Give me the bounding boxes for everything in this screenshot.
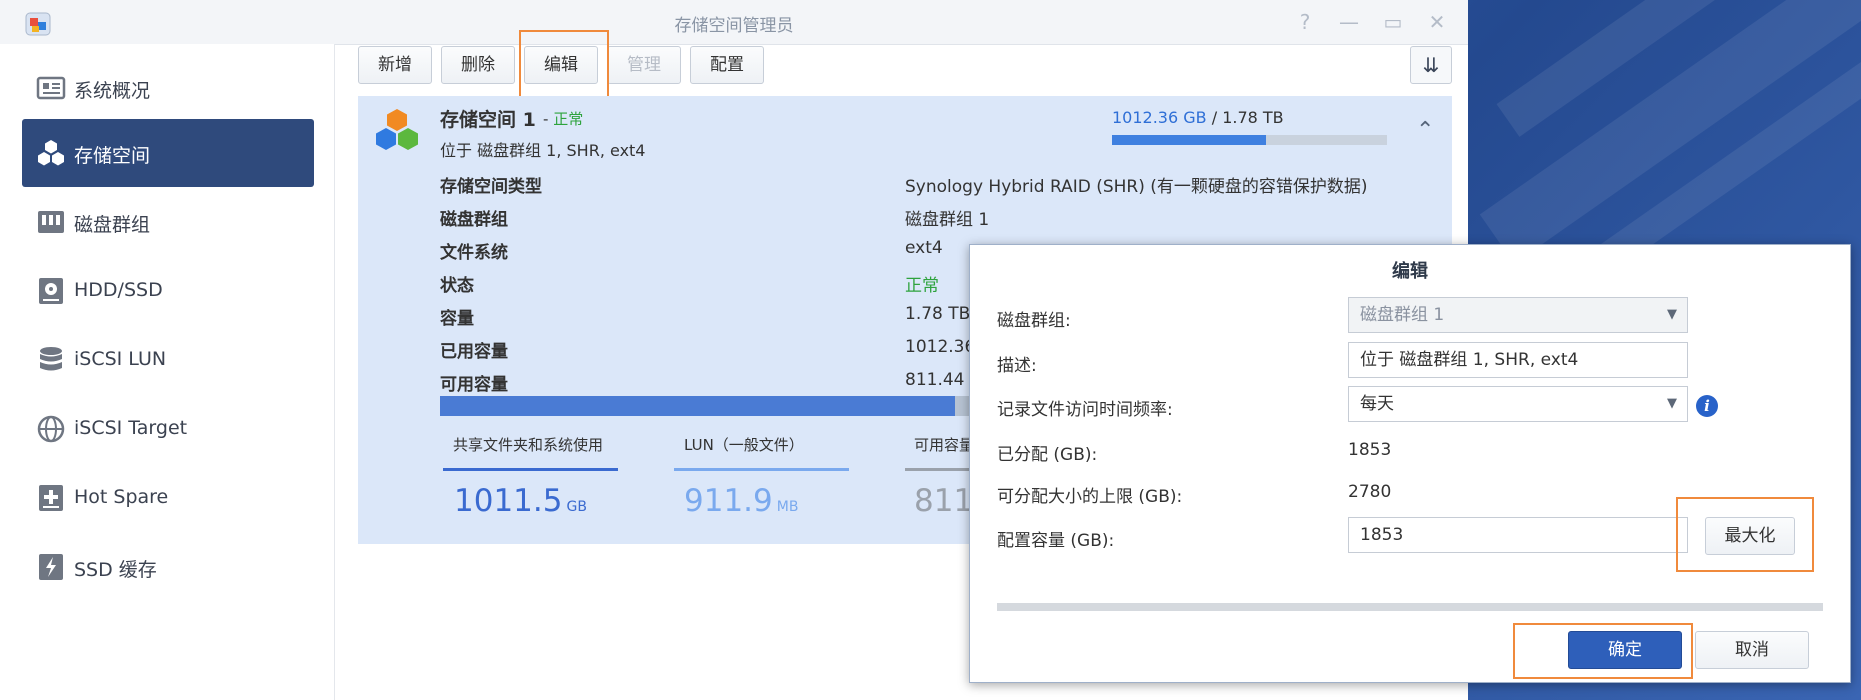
- volume-subtitle: 位于 磁盘群组 1, SHR, ext4: [440, 141, 646, 160]
- chevron-down-icon: ▼: [1667, 396, 1677, 411]
- cancel-button[interactable]: 取消: [1695, 631, 1809, 669]
- globe-icon: [37, 415, 65, 443]
- ok-button[interactable]: 确定: [1568, 631, 1682, 669]
- volume-capacity-fill: [1112, 135, 1266, 145]
- edit-dialog: 编辑 磁盘群组: 磁盘群组 1 ▼ 描述: 位于 磁盘群组 1, SHR, ext…: [969, 244, 1851, 683]
- volume-cubes-icon: [376, 109, 418, 150]
- detail-value: 磁盘群组 1: [905, 210, 990, 230]
- usage-underline: [674, 468, 849, 471]
- detail-key: 已用容量: [440, 342, 508, 362]
- usage-label: 可用容量: [914, 436, 975, 454]
- sidebar-item-overview[interactable]: 系统概况: [22, 54, 314, 122]
- configure-button[interactable]: 配置: [690, 46, 764, 84]
- detail-key: 文件系统: [440, 243, 508, 263]
- dialog-separator: [997, 603, 1823, 611]
- volume-capacity-bar: [1112, 135, 1387, 145]
- description-label: 描述:: [997, 356, 1037, 376]
- volume-title: 存储空间 1: [440, 109, 536, 131]
- chevron-down-icon: ▼: [1667, 307, 1677, 322]
- detail-value: 811.44: [905, 370, 965, 390]
- volume-status: - 正常: [543, 110, 584, 128]
- maximize-icon[interactable]: ▭: [1380, 9, 1406, 35]
- sidebar-item-label: iSCSI Target: [74, 417, 188, 439]
- detail-key: 存储空间类型: [440, 177, 542, 197]
- detail-key: 磁盘群组: [440, 210, 508, 230]
- sidebar-item-hot-spare[interactable]: Hot Spare: [22, 464, 314, 532]
- config-capacity-label: 配置容量 (GB):: [997, 531, 1115, 551]
- usage-label: LUN（一般文件）: [684, 436, 804, 454]
- disk-group-select: 磁盘群组 1 ▼: [1348, 297, 1688, 333]
- disk-group-label: 磁盘群组:: [997, 311, 1071, 331]
- info-icon[interactable]: i: [1696, 395, 1718, 417]
- atime-label: 记录文件访问时间频率:: [997, 400, 1173, 420]
- sort-icon[interactable]: ⇊: [1410, 46, 1452, 84]
- usage-label: 共享文件夹和系统使用: [453, 436, 604, 454]
- sidebar-item-label: 存储空间: [74, 145, 151, 167]
- edit-button[interactable]: 编辑: [524, 46, 598, 84]
- allocated-label: 已分配 (GB):: [997, 445, 1098, 465]
- sidebar-item-label: iSCSI LUN: [74, 348, 167, 370]
- window-titlebar[interactable]: 存储空间管理员 ? — ▭ ✕: [0, 0, 1468, 45]
- minimize-icon[interactable]: —: [1336, 9, 1362, 35]
- sidebar: 系统概况 存储空间 磁盘群组 HDD/SSD iSCSI LUN iSCSI T…: [0, 44, 335, 700]
- detail-value: 正常: [905, 276, 939, 296]
- sidebar-item-storage[interactable]: 存储空间: [22, 119, 314, 187]
- usage-underline: [443, 468, 618, 471]
- usage-bar: [440, 396, 955, 416]
- usage-underline: [905, 468, 969, 471]
- detail-key: 状态: [440, 276, 474, 296]
- usage-value: 911.9 MB: [684, 483, 799, 519]
- detail-value: 1.78 TB: [905, 304, 971, 324]
- usage-value: 1011.5 GB: [454, 483, 587, 519]
- detail-key: 容量: [440, 309, 474, 329]
- volume-capacity-text: 1012.36 GB / 1.78 TB: [1112, 108, 1284, 127]
- manage-button: 管理: [607, 46, 681, 84]
- hdd-icon: [39, 278, 63, 304]
- disk-group-icon: [38, 211, 64, 233]
- create-button[interactable]: 新增: [358, 46, 432, 84]
- sidebar-item-label: 系统概况: [74, 80, 151, 102]
- detail-value: ext4: [905, 238, 943, 258]
- help-icon[interactable]: ?: [1292, 9, 1318, 35]
- storage-cubes-icon: [38, 140, 64, 166]
- database-icon: [40, 347, 62, 371]
- sidebar-item-label: 磁盘群组: [74, 214, 151, 236]
- dialog-title: 编辑: [1392, 261, 1428, 282]
- max-size-value: 2780: [1348, 482, 1392, 502]
- sidebar-item-iscsi-lun[interactable]: iSCSI LUN: [22, 326, 314, 394]
- maximize-button[interactable]: 最大化: [1705, 517, 1795, 555]
- window-title: 存储空间管理员: [674, 16, 794, 36]
- detail-key: 可用容量: [440, 375, 508, 395]
- close-icon[interactable]: ✕: [1424, 9, 1450, 35]
- config-capacity-input[interactable]: 1853: [1348, 517, 1688, 553]
- hot-spare-icon: [39, 485, 63, 511]
- sidebar-item-label: SSD 缓存: [74, 559, 157, 581]
- sidebar-item-ssd-cache[interactable]: SSD 缓存: [22, 533, 314, 601]
- sidebar-item-disk-group[interactable]: 磁盘群组: [22, 188, 314, 256]
- detail-value: 1012.36: [905, 337, 976, 357]
- detail-value: Synology Hybrid RAID (SHR) (有一颗硬盘的容错保护数据…: [905, 177, 1368, 197]
- sidebar-item-iscsi-target[interactable]: iSCSI Target: [22, 395, 314, 463]
- description-input[interactable]: 位于 磁盘群组 1, SHR, ext4: [1348, 342, 1688, 378]
- max-size-label: 可分配大小的上限 (GB):: [997, 487, 1183, 507]
- atime-select[interactable]: 每天 ▼: [1348, 386, 1688, 422]
- overview-icon: [36, 76, 66, 100]
- sidebar-item-hdd-ssd[interactable]: HDD/SSD: [22, 257, 314, 325]
- sidebar-item-label: HDD/SSD: [74, 279, 163, 301]
- collapse-icon[interactable]: ⌃: [1416, 118, 1434, 143]
- delete-button[interactable]: 删除: [441, 46, 515, 84]
- sidebar-item-label: Hot Spare: [74, 486, 169, 508]
- allocated-value: 1853: [1348, 440, 1392, 460]
- ssd-cache-icon: [39, 554, 63, 580]
- usage-value: 811: [914, 483, 974, 519]
